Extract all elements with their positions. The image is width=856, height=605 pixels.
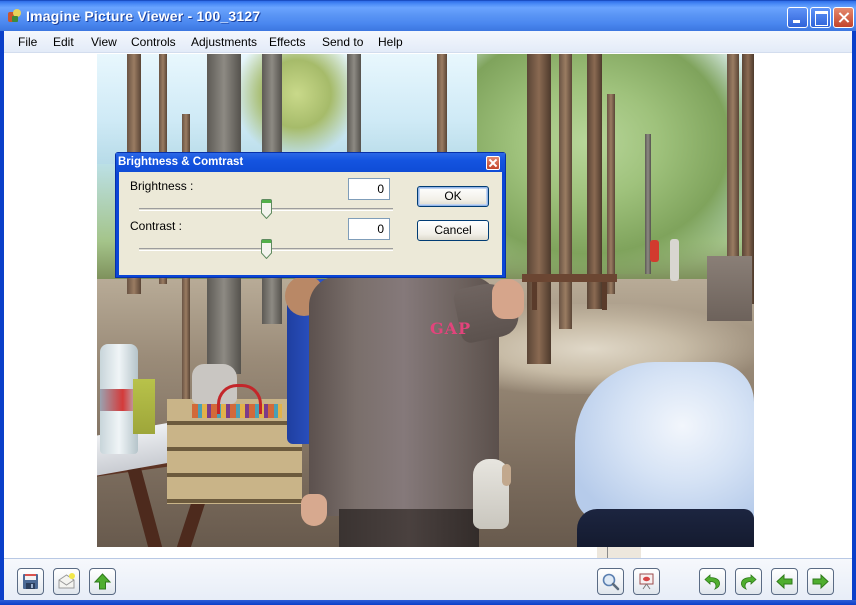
photo-person-white-shirt [575, 362, 754, 522]
rotate-cw-icon [741, 574, 757, 590]
photo-table-leg [602, 282, 607, 310]
window-bottom-border [0, 600, 856, 605]
previous-button[interactable] [771, 568, 798, 595]
envelope-icon [58, 573, 75, 589]
menu-edit[interactable]: Edit [53, 35, 74, 49]
rotate-right-button[interactable] [735, 568, 762, 595]
slideshow-button[interactable] [633, 568, 660, 595]
brightness-contrast-dialog: Brightness & Comtrast Brightness : 0 Con… [115, 152, 506, 278]
minimize-button[interactable] [787, 7, 808, 28]
photo-tree-trunk [559, 54, 572, 329]
photo-person-white [670, 239, 679, 281]
photo-table-leg [532, 282, 537, 310]
menu-controls[interactable]: Controls [131, 35, 176, 49]
rotate-left-button[interactable] [699, 568, 726, 595]
zoom-button[interactable] [597, 568, 624, 595]
photo-canvas[interactable]: GAP [97, 54, 754, 547]
menu-adjustments[interactable]: Adjustments [191, 35, 257, 49]
ok-button[interactable]: OK [417, 186, 489, 207]
floppy-disk-icon [23, 574, 38, 589]
right-arrow-icon [812, 573, 829, 590]
dialog-title-bar[interactable]: Brightness & Comtrast [116, 153, 505, 172]
photo-dog-ear [502, 464, 511, 486]
projector-screen-icon [639, 573, 654, 590]
maximize-button[interactable] [810, 7, 831, 28]
dialog-body: Brightness : 0 Contrast : 0 OK Cancel [119, 172, 502, 275]
save-button[interactable] [17, 568, 44, 595]
contrast-slider-thumb[interactable] [260, 239, 272, 259]
up-folder-button[interactable] [89, 568, 116, 595]
photo-person-navy-pants [577, 509, 754, 547]
photo-person-hand [301, 494, 327, 526]
brightness-label: Brightness : [130, 179, 194, 193]
app-window: Imagine Picture Viewer - 100_3127 File E… [0, 0, 856, 605]
brightness-value-field[interactable]: 0 [348, 178, 390, 200]
menu-view[interactable]: View [91, 35, 117, 49]
up-arrow-icon [93, 573, 112, 590]
photo-person-red [650, 240, 659, 262]
photo-foliage [477, 54, 754, 274]
photo-picnic-table-far [522, 274, 617, 282]
rotate-ccw-icon [704, 574, 720, 590]
photo-tree-trunk [607, 94, 615, 294]
photo-tree-trunk [587, 54, 602, 309]
photo-tree-trunk [527, 54, 551, 364]
menu-effects[interactable]: Effects [269, 35, 305, 49]
dialog-close-button[interactable] [486, 156, 500, 170]
app-icon [7, 9, 21, 23]
magnifier-icon [602, 573, 620, 591]
photo-cup [133, 379, 155, 434]
menu-bar: File Edit View Controls Adjustments Effe… [4, 31, 852, 53]
brightness-slider-thumb[interactable] [260, 199, 272, 219]
photo-bag-handle [217, 384, 262, 414]
cancel-button[interactable]: Cancel [417, 220, 489, 241]
photo-person-pants [339, 509, 479, 547]
menu-help[interactable]: Help [378, 35, 403, 49]
contrast-value-field[interactable]: 0 [348, 218, 390, 240]
contrast-label: Contrast : [130, 219, 183, 233]
email-button[interactable] [53, 568, 80, 595]
bottom-toolbar [4, 558, 852, 601]
photo-thumbs-up-hand [492, 279, 524, 319]
photo-logo-text: GAP [430, 319, 472, 338]
left-arrow-icon [776, 573, 793, 590]
menu-file[interactable]: File [18, 35, 37, 49]
photo-foliage [237, 54, 357, 154]
photo-tree-trunk [727, 54, 739, 284]
window-title: Imagine Picture Viewer - 100_3127 [26, 8, 261, 24]
dialog-title: Brightness & Comtrast [118, 156, 244, 168]
photo-grill [707, 256, 752, 321]
title-bar[interactable]: Imagine Picture Viewer - 100_3127 [0, 0, 856, 31]
client-area: File Edit View Controls Adjustments Effe… [4, 31, 852, 601]
close-button[interactable] [833, 7, 854, 28]
menu-send-to[interactable]: Send to [322, 35, 363, 49]
next-button[interactable] [807, 568, 834, 595]
